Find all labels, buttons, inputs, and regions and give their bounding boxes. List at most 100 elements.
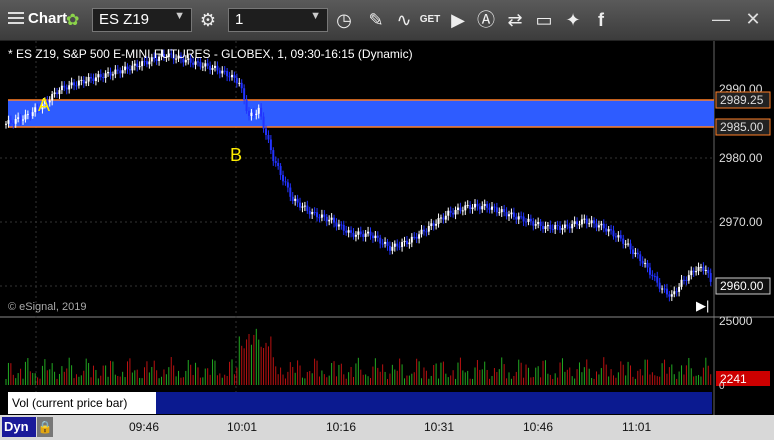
dynamic-mode-button[interactable]: Dyn — [2, 417, 36, 437]
candle-body — [500, 209, 503, 213]
candle-body — [430, 223, 433, 227]
candle-body — [432, 223, 435, 226]
candle-body — [291, 196, 294, 201]
time-tick: 09:46 — [129, 420, 160, 434]
candle-body — [517, 216, 520, 220]
comment-icon[interactable]: ▭ — [532, 8, 556, 32]
candle-body — [556, 225, 559, 227]
candle-body — [644, 262, 647, 264]
candle-body — [415, 236, 418, 239]
candle-body — [549, 224, 552, 230]
candle-body — [12, 122, 15, 124]
candle-body — [469, 205, 472, 210]
candle-body — [116, 69, 119, 71]
candle-body — [393, 243, 396, 247]
candle-body — [230, 74, 233, 78]
candle-body — [634, 252, 637, 255]
candle-body — [454, 209, 457, 215]
candle-body — [687, 275, 690, 281]
candle-body — [192, 62, 195, 65]
candle-body — [303, 205, 306, 207]
candle-body — [92, 78, 95, 82]
candle-body — [532, 221, 535, 226]
alert-icon[interactable]: Ⓐ — [474, 8, 498, 32]
get-icon[interactable]: GET — [418, 8, 442, 32]
candle-body — [369, 231, 372, 236]
candle-body — [461, 210, 464, 212]
candle-body — [255, 113, 258, 116]
settings-icon[interactable]: ⚙ — [196, 8, 220, 32]
candle-body — [379, 237, 382, 244]
twitter-icon[interactable]: ✦ — [561, 8, 585, 32]
candle-body — [313, 212, 316, 214]
candle-body — [94, 77, 97, 82]
candle-body — [498, 212, 501, 214]
facebook-icon[interactable]: f — [589, 8, 613, 32]
chevron-down-icon[interactable]: ▼ — [174, 10, 185, 22]
candle-body — [636, 252, 639, 255]
candle-body — [542, 225, 545, 230]
candle-body — [376, 235, 379, 238]
candle-body — [699, 266, 702, 268]
close-icon[interactable]: × — [140, 389, 148, 404]
candle-body — [661, 288, 664, 290]
time-axis-bar[interactable] — [0, 415, 774, 440]
candle-body — [316, 212, 319, 218]
candle-body — [104, 73, 107, 78]
candle-body — [26, 114, 29, 116]
candle-body — [233, 74, 236, 78]
share-icon[interactable]: ⇄ — [503, 8, 527, 32]
minimize-button[interactable]: — — [706, 4, 736, 34]
price-pane — [0, 41, 714, 317]
candle-body — [65, 87, 68, 90]
scroll-to-end-icon[interactable]: ▶| — [696, 298, 709, 313]
candle-body — [588, 223, 591, 225]
pencil-icon[interactable]: ✎ — [364, 8, 388, 32]
candle-body — [136, 63, 139, 67]
chevron-down-icon[interactable]: ▼ — [310, 10, 321, 22]
candle-body — [337, 224, 340, 227]
candle-body — [350, 230, 353, 233]
link-wheel-icon[interactable]: ✿ — [66, 10, 79, 34]
candle-body — [85, 81, 88, 84]
candle-body — [702, 266, 705, 271]
candle-body — [216, 65, 219, 71]
candle-body — [656, 276, 659, 283]
candle-body — [60, 85, 63, 91]
candle-body — [491, 206, 493, 210]
candle-body — [488, 207, 491, 210]
candle-body — [221, 70, 224, 74]
candle-body — [651, 274, 654, 277]
volume-study-tab[interactable]: Vol (current price bar) — [8, 392, 156, 414]
candle-body — [624, 243, 627, 245]
candle-body — [646, 262, 649, 268]
candle-body — [665, 288, 668, 295]
candle-body — [199, 61, 202, 67]
candle-body — [515, 216, 518, 220]
close-button[interactable]: ✕ — [738, 4, 768, 34]
candle-body — [121, 70, 124, 74]
candle-body — [593, 220, 596, 224]
label-b: B — [230, 145, 242, 165]
candle-body — [238, 82, 241, 84]
candle-body — [639, 254, 642, 262]
symbol-input[interactable]: ES Z19 ▼ — [92, 8, 192, 32]
candle-body — [126, 66, 129, 70]
candle-body — [386, 241, 389, 246]
candle-body — [289, 187, 292, 197]
price-chart[interactable]: * ES Z19, S&P 500 E-MINI FUTURES - GLOBE… — [0, 41, 774, 415]
play-icon[interactable]: ▶ — [446, 8, 470, 32]
clock-icon[interactable]: ◷ — [332, 8, 356, 32]
candle-body — [347, 230, 350, 233]
menu-icon[interactable] — [8, 12, 24, 26]
candle-body — [410, 236, 413, 243]
candle-body — [330, 217, 333, 220]
candle-body — [265, 128, 268, 135]
study-icon[interactable]: ∿ — [392, 8, 416, 32]
interval-input[interactable]: 1 ▼ — [228, 8, 328, 32]
candle-body — [546, 224, 549, 227]
candle-body — [580, 219, 583, 225]
time-tick: 10:01 — [227, 420, 258, 434]
symbol-value: ES Z19 — [99, 11, 150, 28]
lock-icon[interactable]: 🔒 — [37, 417, 53, 437]
